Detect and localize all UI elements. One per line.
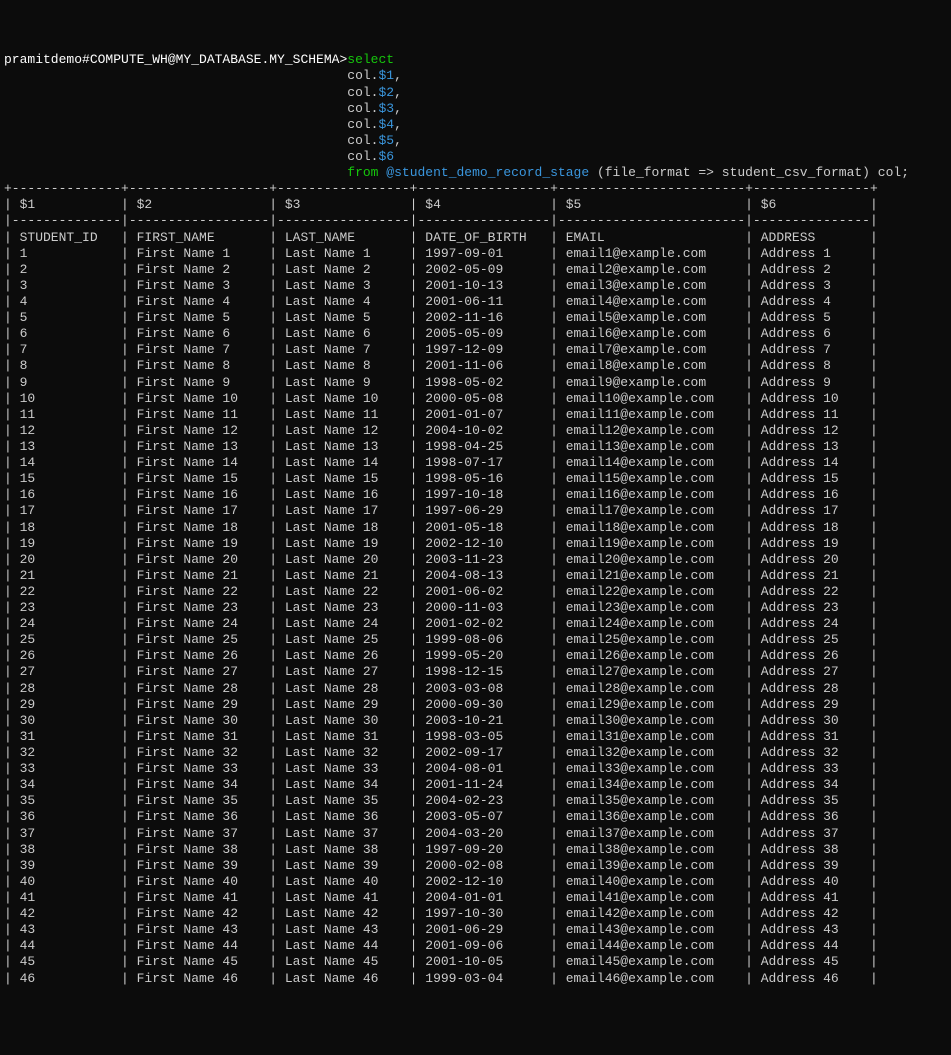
sql-query: pramitdemo#COMPUTE_WH@MY_DATABASE.MY_SCH…: [4, 52, 947, 181]
col-ref: col.: [347, 85, 378, 100]
col-dollar: $6: [378, 149, 394, 164]
col-dollar: $4: [378, 117, 394, 132]
col-dollar: $5: [378, 133, 394, 148]
col-ref: col.: [347, 117, 378, 132]
stage-ref: @student_demo_record_stage: [386, 165, 589, 180]
col-dollar: $3: [378, 101, 394, 116]
col-ref: col.: [347, 101, 378, 116]
query-tail: (file_format => student_csv_format) col;: [589, 165, 909, 180]
col-ref: col.: [347, 149, 378, 164]
select-keyword: select: [347, 52, 394, 67]
result-table: +--------------+------------------+-----…: [4, 181, 947, 986]
prompt: pramitdemo#COMPUTE_WH@MY_DATABASE.MY_SCH…: [4, 52, 347, 67]
col-ref: col.: [347, 68, 378, 83]
terminal-output: pramitdemo#COMPUTE_WH@MY_DATABASE.MY_SCH…: [4, 52, 947, 986]
from-keyword: from: [347, 165, 378, 180]
col-dollar: $1: [378, 68, 394, 83]
col-ref: col.: [347, 133, 378, 148]
col-dollar: $2: [378, 85, 394, 100]
